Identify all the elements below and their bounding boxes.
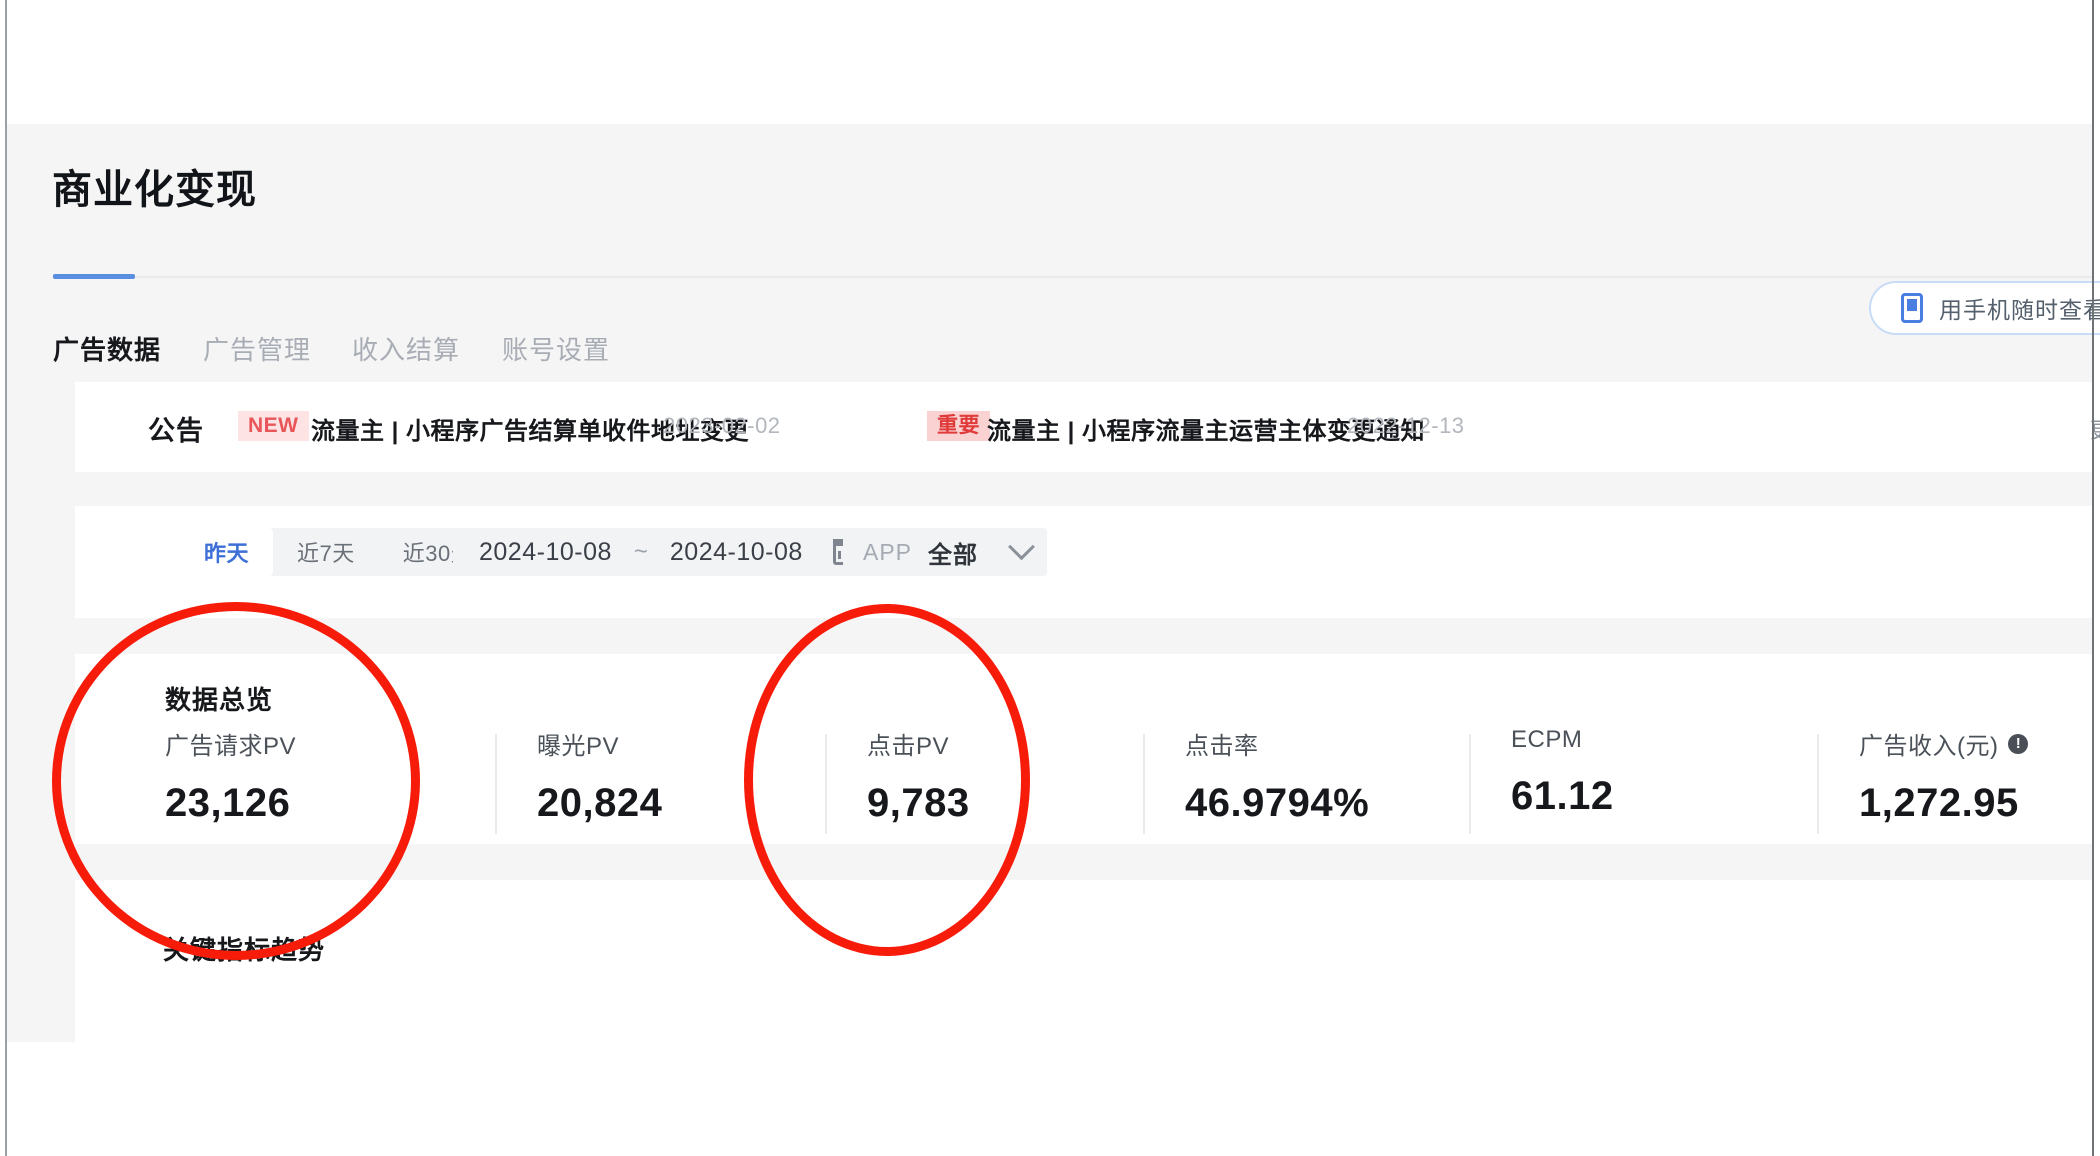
tab-account-settings[interactable]: 账号设置: [502, 330, 610, 367]
metric-label: 点击PV: [867, 733, 950, 760]
metric-label: 点击率: [1185, 733, 1259, 760]
date-range-start[interactable]: 2024-10-08: [479, 538, 612, 567]
metric-value: 9,783: [867, 781, 970, 825]
filter-card: 昨天 近7天 近30天 2024-10-08 ~ 2024-10-08 APP …: [75, 506, 2092, 618]
view-on-phone-label: 用手机随时查看数据: [1939, 297, 2100, 323]
metric-ad-request-pv: 广告请求PV 23,126: [165, 726, 296, 826]
date-range-picker[interactable]: 2024-10-08 ~ 2024-10-08: [453, 528, 877, 576]
metric-value: 46.9794%: [1185, 781, 1370, 825]
announcement-card: 公告 NEW 流量主 | 小程序广告结算单收件地址变更 2023-02-02 重…: [75, 382, 2100, 472]
metric-ad-revenue: 广告收入(元) ! 1,272.95: [1859, 726, 2029, 826]
quick-range-yesterday[interactable]: 昨天: [180, 528, 274, 576]
metric-value: 61.12: [1511, 774, 1614, 818]
mobile-phone-icon: [1901, 293, 1923, 323]
metric-exposure-pv: 曝光PV 20,824: [537, 726, 662, 826]
announcement-tag-important: 重要: [927, 411, 990, 442]
metric-click-rate: 点击率 46.9794%: [1185, 726, 1369, 826]
left-frame-border: [5, 0, 7, 1156]
overview-heading: 数据总览: [165, 685, 274, 715]
metric-value: 23,126: [165, 781, 291, 825]
announcement-date-2: 2022-12-13: [1347, 413, 1465, 438]
announcement-date-1: 2023-02-02: [663, 413, 781, 438]
page-bottom-whitespace: [7, 1042, 2092, 1156]
overview-card: 数据总览 广告请求PV 23,126 曝光PV 20,824 点击PV 9,78…: [75, 654, 2092, 844]
date-range-end[interactable]: 2024-10-08: [670, 538, 803, 567]
app-filter-value: 全部: [928, 541, 979, 569]
metric-label: ECPM: [1511, 726, 1583, 753]
app-page: 商业化变现 用手机随时查看数据 广告数据 广告管理 收入结算 账号设置 公告 N…: [7, 124, 2100, 1042]
app-filter-select[interactable]: APP 全部: [843, 528, 1047, 576]
announcement-heading: 公告: [148, 416, 204, 446]
metric-label-text: 广告收入(元): [1859, 733, 1999, 760]
date-range-separator: ~: [633, 538, 648, 565]
metric-divider: [1143, 734, 1145, 834]
announcement-tag-new: NEW: [238, 411, 309, 442]
metric-label: 曝光PV: [537, 733, 620, 760]
metric-label: 广告收入(元) !: [1859, 726, 2029, 761]
page-top-whitespace: [7, 0, 2092, 124]
tab-active-indicator: [53, 274, 135, 279]
metric-divider: [1469, 734, 1471, 834]
trend-heading: 关键指标趋势: [163, 935, 326, 965]
metric-label: 广告请求PV: [165, 733, 297, 760]
metric-value: 1,272.95: [1859, 781, 2019, 825]
tab-ad-data[interactable]: 广告数据: [53, 330, 161, 367]
metric-divider: [495, 734, 497, 834]
chevron-down-icon[interactable]: [1008, 532, 1035, 560]
metric-click-pv: 点击PV 9,783: [867, 726, 970, 826]
right-frame-border: [2092, 0, 2094, 1156]
metric-divider: [1817, 734, 1819, 834]
metric-ecpm: ECPM 61.12: [1511, 726, 1614, 819]
trend-card: 关键指标趋势: [75, 880, 2092, 1042]
info-icon[interactable]: !: [2008, 733, 2029, 754]
app-filter-label: APP: [863, 538, 913, 565]
quick-range-7days[interactable]: 近7天: [273, 528, 379, 576]
tab-ad-management[interactable]: 广告管理: [203, 330, 311, 367]
tab-bar: 广告数据 广告管理 收入结算 账号设置: [7, 225, 2092, 365]
metric-value: 20,824: [537, 781, 663, 825]
screenshot-viewport: 商业化变现 用手机随时查看数据 广告数据 广告管理 收入结算 账号设置 公告 N…: [0, 0, 2100, 1156]
page-title: 商业化变现: [52, 168, 257, 212]
metric-divider: [825, 734, 827, 834]
quick-range-group: 昨天 近7天 近30天: [180, 528, 498, 576]
tab-underline-track: [52, 276, 2092, 278]
metric-list: 广告请求PV 23,126 曝光PV 20,824 点击PV 9,783 点击率…: [75, 726, 2092, 836]
tab-income-settlement[interactable]: 收入结算: [352, 330, 460, 367]
